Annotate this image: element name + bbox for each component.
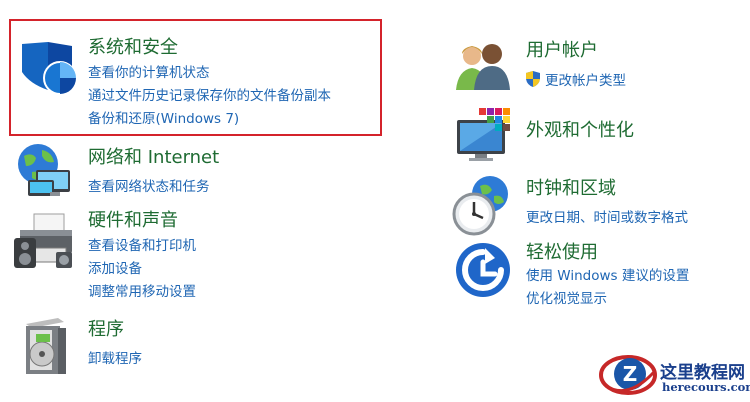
watermark-url: herecours.com [662, 380, 750, 394]
printer-icon[interactable] [12, 212, 72, 272]
category-ease-of-access[interactable]: 轻松使用 [526, 242, 598, 264]
ease-of-access-icon[interactable] [455, 242, 515, 302]
programs-disc-icon[interactable] [18, 316, 78, 376]
link-recommended-settings[interactable]: 使用 Windows 建议的设置 [526, 267, 689, 285]
watermark-logo-icon: Z [598, 352, 658, 398]
link-backup-restore[interactable]: 备份和还原(Windows 7) [88, 110, 239, 128]
category-clock-region[interactable]: 时钟和区域 [526, 178, 616, 200]
category-programs[interactable]: 程序 [88, 319, 124, 341]
link-devices-printers[interactable]: 查看设备和打印机 [88, 237, 196, 255]
globe-network-icon[interactable] [14, 142, 74, 202]
shield-icon[interactable] [16, 40, 77, 100]
link-mobility-settings[interactable]: 调整常用移动设置 [88, 283, 196, 301]
monitor-palette-icon[interactable] [455, 106, 515, 166]
users-icon[interactable] [452, 40, 512, 100]
uac-shield-icon [524, 70, 542, 88]
link-file-history-backup[interactable]: 通过文件历史记录保存你的文件备份副本 [88, 87, 331, 105]
category-network-internet[interactable]: 网络和 Internet [88, 147, 219, 169]
link-uninstall-program[interactable]: 卸载程序 [88, 350, 142, 368]
clock-globe-icon[interactable] [452, 174, 512, 236]
link-change-account-type[interactable]: 更改帐户类型 [545, 72, 626, 90]
link-view-computer-status[interactable]: 查看你的计算机状态 [88, 64, 210, 82]
link-change-date-time-format[interactable]: 更改日期、时间或数字格式 [526, 209, 688, 227]
category-user-accounts[interactable]: 用户帐户 [526, 40, 598, 62]
category-hardware-sound[interactable]: 硬件和声音 [88, 210, 178, 232]
category-system-security[interactable]: 系统和安全 [88, 37, 178, 59]
category-appearance-personalization[interactable]: 外观和个性化 [526, 120, 634, 142]
watermark-letter: Z [623, 362, 638, 386]
link-optimize-visual-display[interactable]: 优化视觉显示 [526, 290, 607, 308]
link-view-network-status[interactable]: 查看网络状态和任务 [88, 178, 210, 196]
link-add-device[interactable]: 添加设备 [88, 260, 142, 278]
